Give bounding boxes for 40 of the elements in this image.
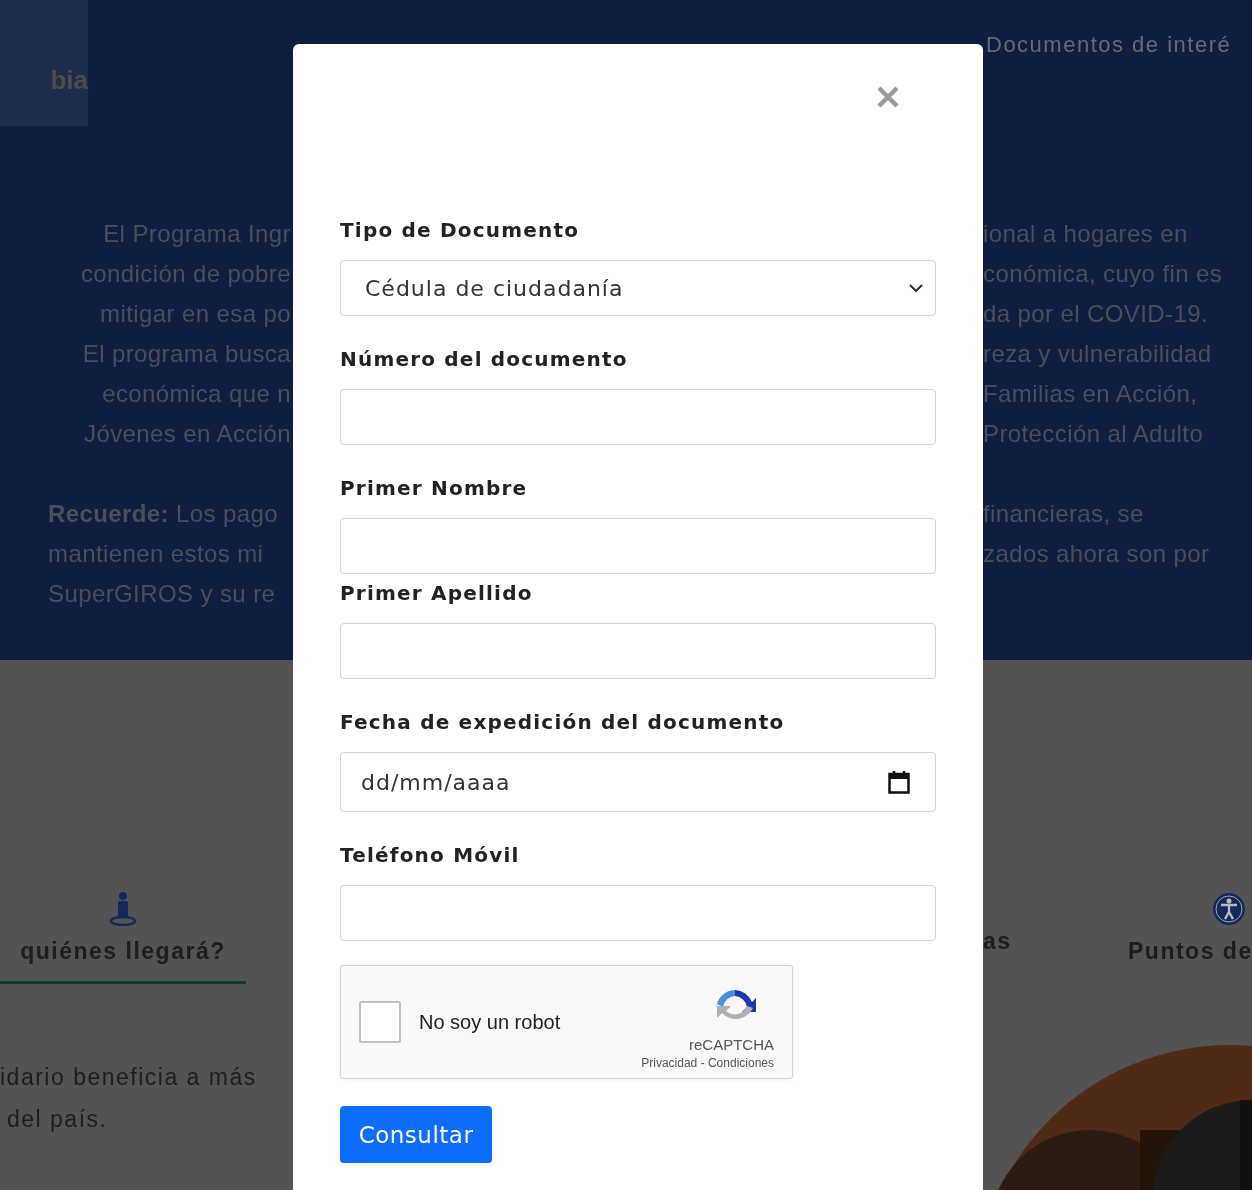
captcha-brand: reCAPTCHA <box>689 1036 774 1053</box>
intro-text: conómica, cuyo fin es <box>983 259 1224 289</box>
notice-text: SuperGIROS y su re <box>48 579 277 609</box>
captcha-label: No soy un robot <box>419 1010 562 1034</box>
notice-text: mantienen estos mi <box>48 539 265 569</box>
intro-text: El Programa Ingr <box>103 219 291 249</box>
checkbox[interactable] <box>359 1001 401 1043</box>
person-pin-icon <box>109 892 137 926</box>
intro-text: Familias en Acción, <box>983 379 1199 409</box>
notice-text: financieras, se <box>983 499 1145 529</box>
intro-text: Protección al Adulto <box>983 419 1205 449</box>
chevron-down-icon <box>909 283 923 293</box>
field-label: Teléfono Móvil <box>340 844 521 866</box>
accessibility-icon <box>1212 892 1246 926</box>
date-field[interactable]: dd/mm/aaaa <box>340 752 936 812</box>
input-field[interactable] <box>340 518 936 574</box>
intro-text: económica que n <box>102 379 291 409</box>
captcha-links[interactable]: Privacidad - Condiciones <box>641 1056 774 1070</box>
close-button[interactable] <box>875 84 901 110</box>
calendar-icon[interactable] <box>888 770 910 794</box>
field-label: Número del documento <box>340 348 629 370</box>
input-field[interactable] <box>340 389 936 445</box>
field-label: Tipo de Documento <box>340 219 581 241</box>
field-label: Primer Apellido <box>340 582 534 604</box>
nav-link[interactable]: Documentos de interé <box>986 32 1232 62</box>
input-field[interactable] <box>340 885 936 941</box>
intro-text: Jóvenes en Acción <box>84 419 291 449</box>
input-field[interactable] <box>340 623 936 679</box>
intro-text: da por el COVID-19. <box>983 299 1210 329</box>
submit-button[interactable]: Consultar <box>340 1106 492 1163</box>
intro-text: ional a hogares en <box>983 219 1189 249</box>
select-field[interactable]: Cédula de ciudadanía <box>340 260 936 316</box>
intro-text: condición de pobre <box>80 259 291 289</box>
field-label: Fecha de expedición del documento <box>340 711 786 733</box>
notice-text: Recuerde: Los pago <box>48 499 279 529</box>
notice-text: zados ahora son por <box>983 539 1211 569</box>
field-label: Primer Nombre <box>340 477 529 499</box>
intro-text: reza y vulnerabilidad <box>983 339 1213 369</box>
intro-text: El programa busca <box>82 339 291 369</box>
intro-text: mitigar en esa po <box>100 299 291 329</box>
